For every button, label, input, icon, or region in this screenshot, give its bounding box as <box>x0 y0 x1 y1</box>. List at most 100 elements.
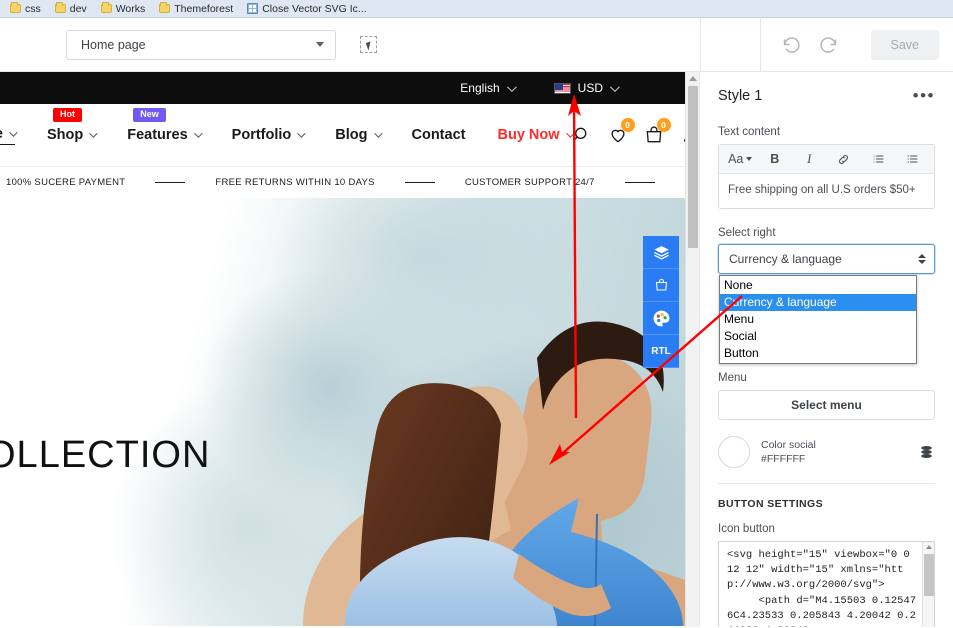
nav-item-home[interactable]: me <box>0 126 15 145</box>
promo-strip: 100% SUCERE PAYMENT FREE RETURNS WITHIN … <box>0 166 699 198</box>
chevron-down-icon <box>507 82 517 92</box>
us-flag-icon <box>554 83 571 94</box>
select-right-value: Currency & language <box>729 252 842 266</box>
folder-icon <box>55 4 66 13</box>
text-content-value[interactable]: Free shipping on all U.S orders $50+ <box>719 174 934 208</box>
layers-tab[interactable] <box>643 236 679 269</box>
link-button[interactable] <box>827 145 862 173</box>
numbered-list-button[interactable] <box>896 145 931 173</box>
app-icon <box>247 3 258 14</box>
nav-label: Buy Now <box>497 127 559 143</box>
save-button[interactable]: Save <box>871 30 940 60</box>
color-palette-tab[interactable] <box>643 302 679 335</box>
rtl-toggle-tab[interactable]: RTL <box>643 335 679 368</box>
button-settings-title: BUTTON SETTINGS <box>718 498 935 510</box>
more-options-icon[interactable]: ••• <box>913 92 935 101</box>
icon-button-code-editor[interactable]: <svg height="15" viewbox="0 0 12 12" wid… <box>718 541 935 627</box>
chevron-down-icon <box>374 129 382 137</box>
page-selector-value: Home page <box>81 38 146 52</box>
wishlist-heart-icon[interactable]: 0 <box>608 125 628 145</box>
divider <box>405 182 435 184</box>
nav-label: Contact <box>412 127 466 143</box>
option-menu[interactable]: Menu <box>720 311 916 328</box>
bold-button[interactable]: B <box>758 145 793 173</box>
rtl-label: RTL <box>651 346 670 357</box>
language-selector[interactable]: English <box>460 81 513 95</box>
scrollbar-thumb[interactable] <box>924 554 934 596</box>
promo-text: 100% SUCERE PAYMENT <box>6 177 125 188</box>
bullet-list-button[interactable] <box>861 145 896 173</box>
currency-selector[interactable]: USD <box>554 81 617 95</box>
italic-button[interactable]: I <box>792 145 827 173</box>
editor-toolbar: Home page Save <box>0 18 953 72</box>
page-selector[interactable]: Home page <box>66 30 336 60</box>
rte-toolbar: Aa B I <box>719 145 934 174</box>
bookmark-item[interactable]: css <box>4 1 47 17</box>
select-element-tool[interactable] <box>358 34 380 56</box>
folder-icon <box>101 4 112 13</box>
option-currency-and-language[interactable]: Currency & language <box>720 294 916 311</box>
select-menu-button[interactable]: Select menu <box>718 390 935 420</box>
nav-item-shop[interactable]: Hot Shop <box>47 127 95 143</box>
text-content-label: Text content <box>718 126 935 138</box>
folder-icon <box>159 4 170 13</box>
shop-bag-tab[interactable] <box>643 269 679 302</box>
option-button[interactable]: Button <box>720 345 916 362</box>
icon-button-label: Icon button <box>718 523 935 535</box>
desktop-monitor-icon <box>721 37 740 52</box>
select-right-dropdown[interactable]: Currency & language <box>718 244 935 274</box>
site-preview-frame[interactable]: English USD me Hot Shop <box>0 72 700 627</box>
scrollbar-thumb[interactable] <box>688 86 698 248</box>
panel-header: Style 1 ••• <box>718 88 935 104</box>
device-preview-button[interactable] <box>700 18 760 71</box>
nav-label: Features <box>127 127 187 143</box>
option-none[interactable]: None <box>720 277 916 294</box>
divider <box>155 182 185 184</box>
option-social[interactable]: Social <box>720 328 916 345</box>
search-icon[interactable] <box>572 125 592 145</box>
style-settings-panel: Style 1 ••• Text content Aa B I <box>700 72 953 627</box>
scroll-up-arrow-icon[interactable] <box>926 545 932 549</box>
code-scrollbar[interactable] <box>922 542 934 627</box>
color-social-text: Color social #FFFFFF <box>761 438 907 466</box>
select-right-options-list[interactable]: None Currency & language Menu Social But… <box>719 275 917 364</box>
color-swatch[interactable] <box>718 436 750 468</box>
layers-stack-icon[interactable] <box>918 444 935 460</box>
preview-scrollbar[interactable] <box>685 72 699 627</box>
scroll-up-arrow-icon[interactable] <box>689 76 697 81</box>
cart-bag-icon[interactable]: 0 <box>644 125 664 145</box>
badge-hot: Hot <box>53 108 82 122</box>
redo-button[interactable] <box>818 34 839 55</box>
bookmark-item[interactable]: Themeforest <box>153 1 239 17</box>
couple-photo <box>279 198 699 626</box>
site-navigation: me Hot Shop New Features Portfolio <box>0 104 699 166</box>
nav-item-buy-now[interactable]: Buy Now <box>497 127 571 143</box>
font-size-dropdown[interactable]: Aa <box>723 145 758 173</box>
chevron-down-icon <box>610 82 620 92</box>
font-size-label: Aa <box>728 152 743 166</box>
bookmark-label: css <box>25 3 41 15</box>
nav-item-features[interactable]: New Features <box>127 127 199 143</box>
bookmark-label: Close Vector SVG Ic... <box>262 3 366 15</box>
chevron-down-icon <box>9 128 17 136</box>
hero-title: OLLECTION <box>0 434 210 477</box>
rich-text-editor: Aa B I <box>718 144 935 209</box>
promo-text: FREE RETURNS WITHIN 10 DAYS <box>215 177 374 188</box>
chevron-down-icon <box>746 157 752 161</box>
bookmark-item[interactable]: Works <box>95 1 152 17</box>
divider <box>625 182 655 184</box>
undo-button[interactable] <box>781 34 802 55</box>
nav-item-contact[interactable]: Contact <box>412 127 466 143</box>
bookmark-item[interactable]: Close Vector SVG Ic... <box>241 1 372 17</box>
bookmark-item[interactable]: dev <box>49 1 93 17</box>
chevron-down-icon <box>194 129 202 137</box>
nav-label: me <box>0 126 3 142</box>
color-social-row: Color social #FFFFFF <box>718 436 935 468</box>
nav-item-portfolio[interactable]: Portfolio <box>232 127 304 143</box>
language-label: English <box>460 81 499 95</box>
color-social-label: Color social <box>761 438 907 452</box>
nav-label: Portfolio <box>232 127 292 143</box>
nav-item-blog[interactable]: Blog <box>335 127 379 143</box>
hero-section: OLLECTION <box>0 198 699 626</box>
menu-label: Menu <box>718 372 935 384</box>
